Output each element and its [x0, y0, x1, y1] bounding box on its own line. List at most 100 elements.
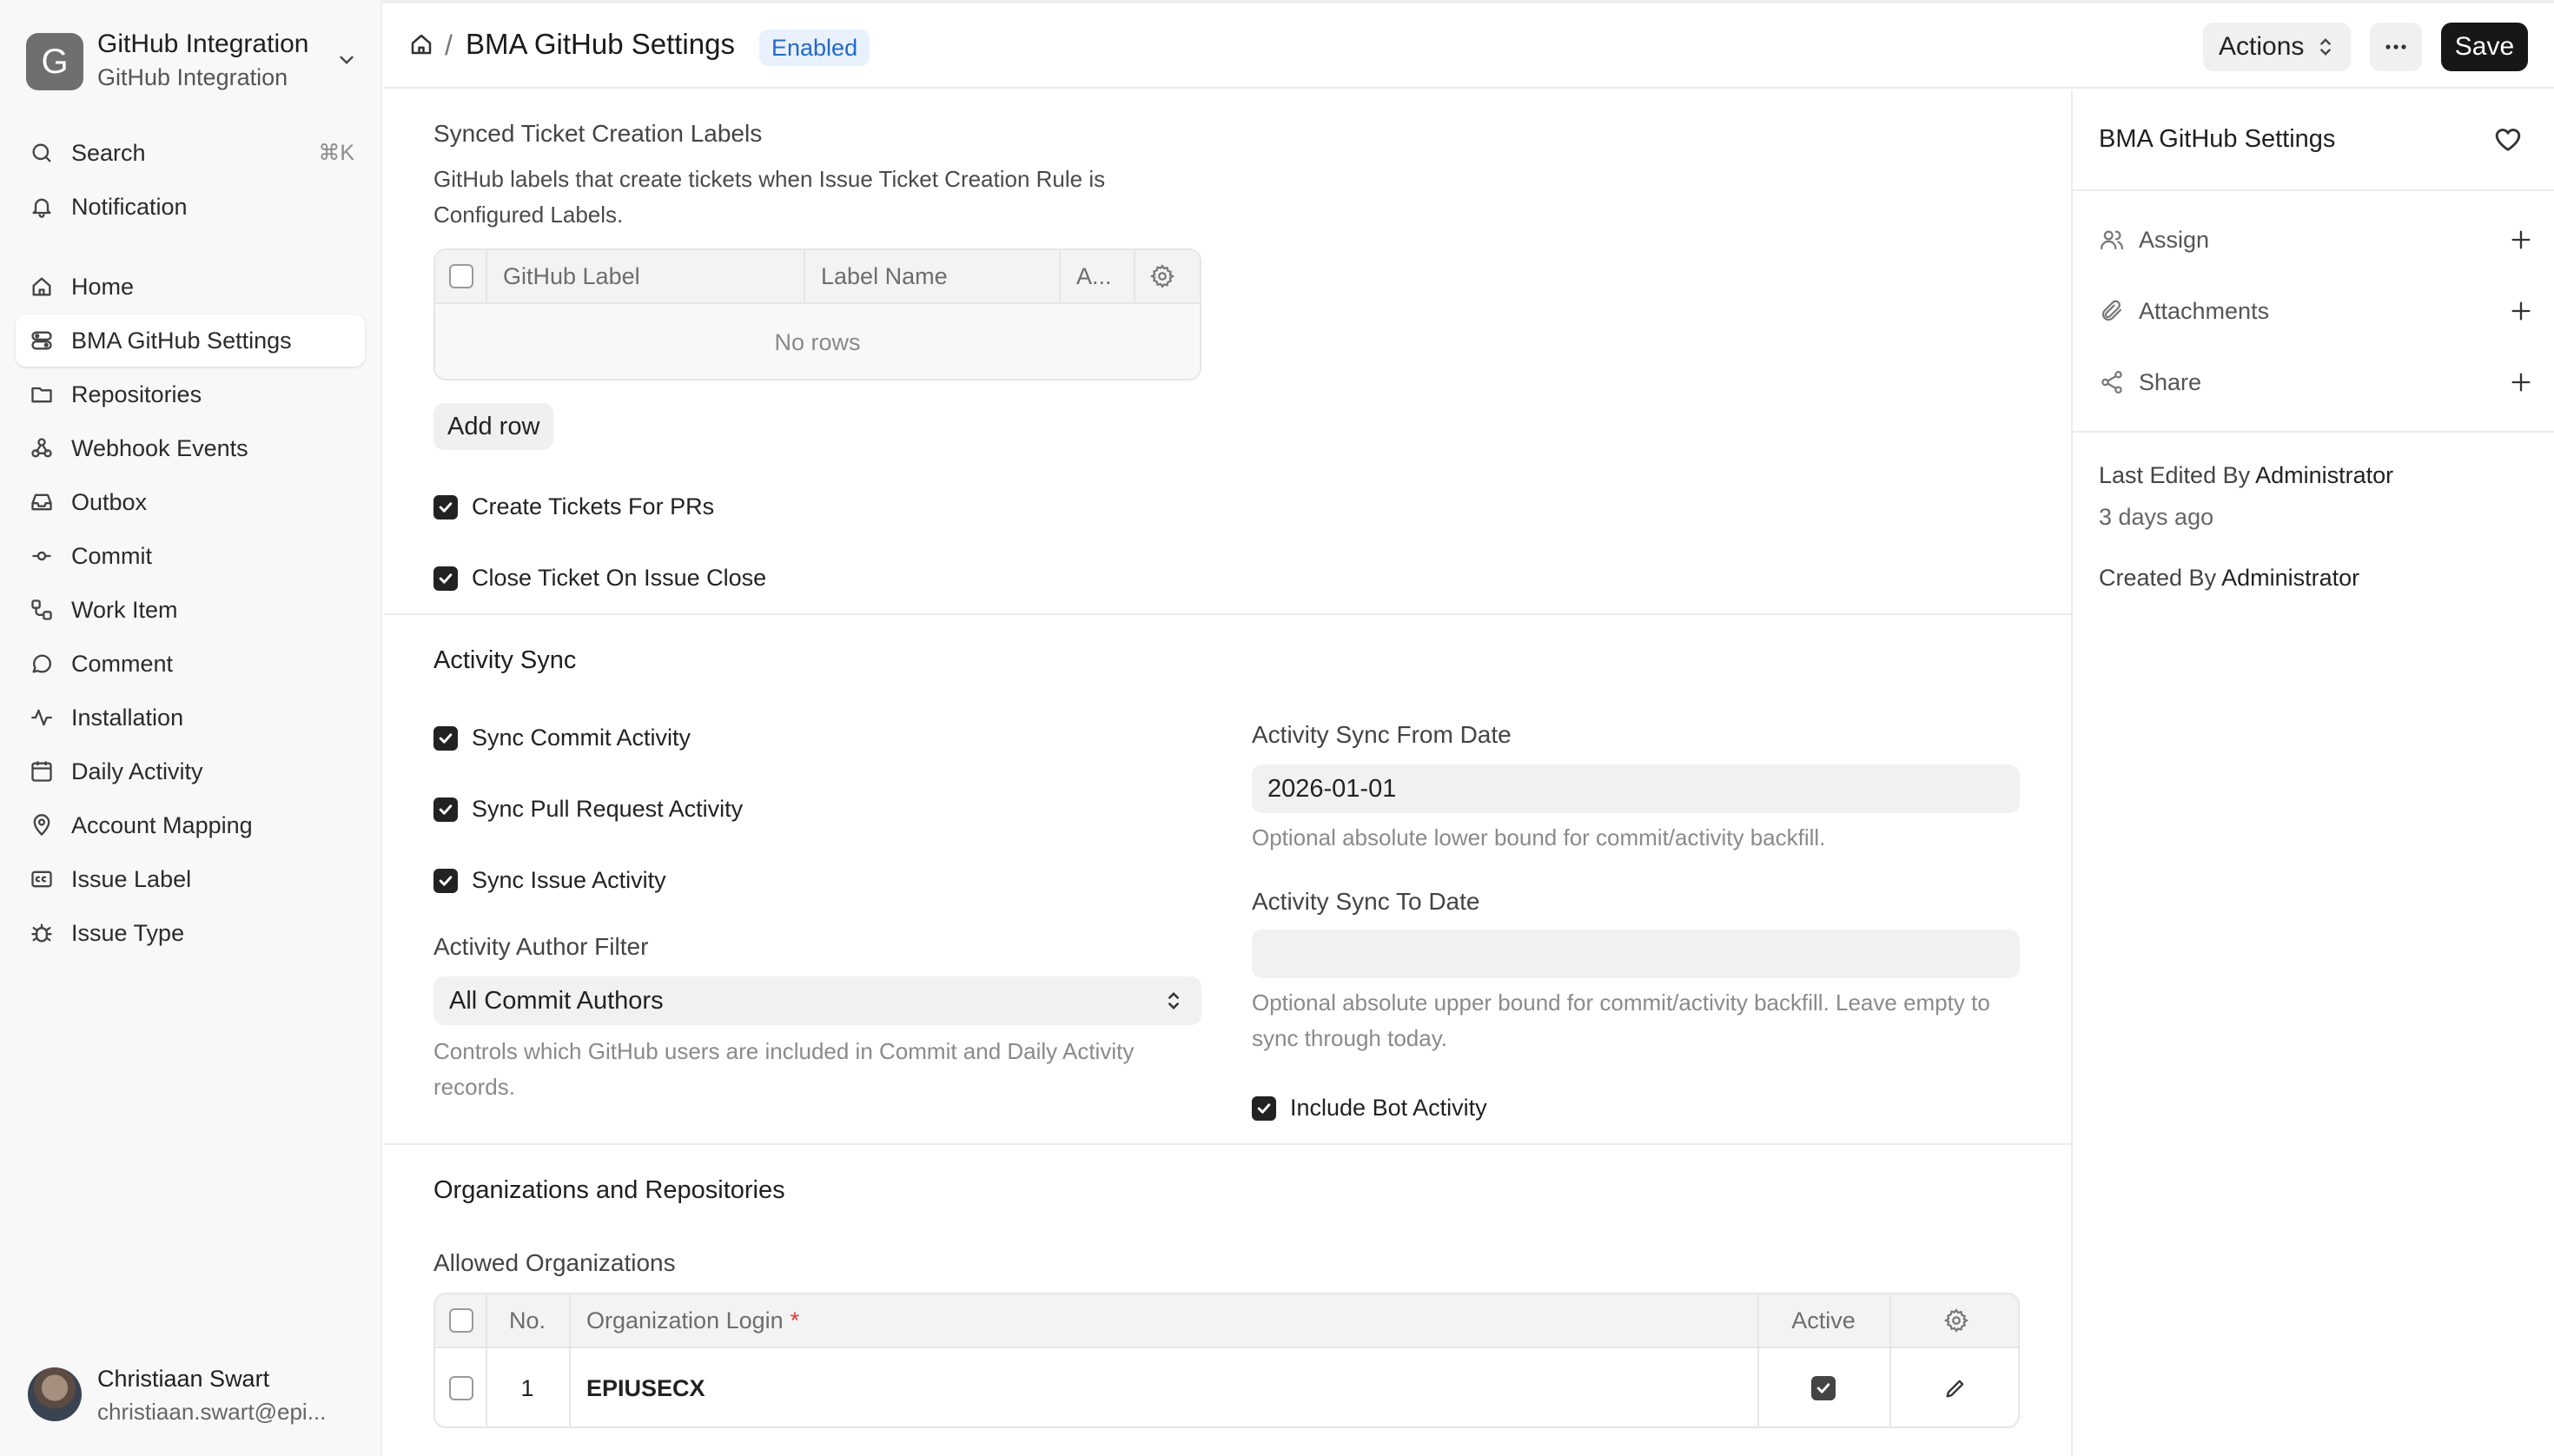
checkbox-label: Sync Pull Request Activity	[472, 796, 744, 822]
allowed-orgs-label: Allowed Organizations	[433, 1249, 676, 1276]
sidebar-item-label: BMA GitHub Settings	[71, 327, 292, 354]
table-header: GitHub Label Label Name A...	[435, 250, 1200, 304]
active-checkbox[interactable]	[1757, 1348, 1889, 1426]
select-all-checkbox[interactable]	[449, 250, 475, 302]
user-email: christiaan.swart@epi...	[97, 1399, 327, 1425]
create-tickets-for-prs-checkbox[interactable]: Create Tickets For PRs	[433, 493, 714, 520]
sidebar-item-outbox[interactable]: Outbox	[16, 476, 365, 528]
sidebar-item-work-item[interactable]: Work Item	[16, 584, 365, 636]
folder-icon	[26, 382, 57, 407]
search-icon	[26, 141, 57, 165]
form-main: Synced Ticket Creation Labels GitHub lab…	[384, 90, 2071, 1456]
search-label: Search	[71, 139, 146, 166]
sidebar: G GitHub Integration GitHub Integration …	[0, 0, 382, 1456]
to-date-input[interactable]	[1252, 930, 2020, 978]
close-ticket-on-issue-close-checkbox[interactable]: Close Ticket On Issue Close	[433, 565, 766, 592]
author-filter-select[interactable]: All Commit Authors	[433, 976, 1201, 1025]
sidebar-item-issue-type[interactable]: Issue Type	[16, 907, 365, 959]
add-row-button[interactable]: Add row	[433, 403, 554, 450]
sync-pull-request-activity-checkbox[interactable]: Sync Pull Request Activity	[433, 796, 743, 823]
workflow-icon	[26, 598, 57, 622]
checkbox-label: Close Ticket On Issue Close	[472, 565, 767, 591]
save-button[interactable]: Save	[2441, 23, 2528, 71]
plus-icon[interactable]	[2509, 228, 2533, 252]
actions-label: Actions	[2219, 32, 2305, 61]
status-badge: Enabled	[759, 30, 870, 66]
gear-icon[interactable]	[1943, 1294, 1969, 1347]
created-prefix: Created By	[2099, 565, 2217, 591]
search-button[interactable]: Search ⌘K	[16, 127, 365, 179]
edit-icon[interactable]	[1943, 1348, 1968, 1426]
sidebar-item-installation[interactable]: Installation	[16, 692, 365, 744]
synced-labels-description: GitHub labels that create tickets when I…	[433, 166, 1106, 228]
actions-button[interactable]: Actions	[2203, 23, 2351, 71]
webhook-icon	[26, 436, 57, 460]
checkbox-checked-icon	[433, 797, 458, 822]
checkbox-checked-icon	[433, 566, 458, 591]
sidebar-item-label: Repositories	[71, 381, 202, 407]
share-item[interactable]: Share	[2099, 363, 2533, 401]
checkbox-label: Create Tickets For PRs	[472, 493, 715, 520]
sidebar-item-commit[interactable]: Commit	[16, 530, 365, 582]
section-divider	[384, 613, 2071, 615]
sync-issue-activity-checkbox[interactable]: Sync Issue Activity	[433, 867, 666, 894]
right-panel: BMA GitHub Settings Assign Attachments S…	[2073, 90, 2554, 1456]
select-all-checkbox[interactable]	[449, 1294, 473, 1347]
activity-icon	[26, 705, 57, 730]
chevron-up-down-icon	[2316, 35, 2335, 59]
organization-login-cell[interactable]: EPIUSECX	[586, 1348, 705, 1426]
sidebar-item-label: Daily Activity	[71, 758, 203, 784]
attachments-item[interactable]: Attachments	[2099, 292, 2533, 330]
row-checkbox[interactable]	[449, 1348, 473, 1426]
author-filter-label: Activity Author Filter	[433, 933, 649, 960]
sidebar-item-issue-label[interactable]: Issue Label	[16, 853, 365, 905]
sidebar-item-bma-github-settings[interactable]: BMA GitHub Settings	[16, 314, 365, 367]
last-edited-time: 3 days ago	[2099, 504, 2214, 530]
column-header: No.	[508, 1307, 546, 1334]
from-date-input[interactable]: 2026-01-01	[1252, 764, 2020, 813]
sidebar-item-webhook-events[interactable]: Webhook Events	[16, 422, 365, 474]
notification-button[interactable]: Notification	[16, 181, 365, 233]
checkbox-checked-icon	[433, 494, 458, 520]
author-filter-description: Controls which GitHub users are included…	[433, 1038, 1135, 1100]
synced-labels-table: GitHub Label Label Name A... No rows	[433, 248, 1201, 381]
include-bot-activity-checkbox[interactable]: Include Bot Activity	[1252, 1095, 1487, 1122]
sidebar-item-comment[interactable]: Comment	[16, 638, 365, 690]
home-icon	[26, 275, 57, 299]
user-menu[interactable]: Christiaan Swart christiaan.swart@epi...	[26, 1364, 374, 1430]
inbox-icon	[26, 490, 57, 514]
plus-icon[interactable]	[2509, 370, 2533, 394]
heart-icon[interactable]	[2493, 125, 2523, 155]
sidebar-item-label: Issue Type	[71, 919, 185, 946]
sidebar-item-repositories[interactable]: Repositories	[16, 368, 365, 420]
plus-icon[interactable]	[2509, 299, 2533, 323]
app-switcher[interactable]: G GitHub Integration GitHub Integration	[26, 30, 358, 96]
gear-icon[interactable]	[1149, 250, 1175, 302]
settings-stack-icon	[26, 328, 57, 353]
sidebar-item-account-mapping[interactable]: Account Mapping	[16, 799, 365, 851]
sidebar-item-label: Work Item	[71, 596, 178, 623]
created-info: Created By Administrator	[2099, 565, 2359, 592]
sidebar-item-home[interactable]: Home	[16, 261, 365, 313]
sidebar-item-label: Issue Label	[71, 865, 192, 892]
notification-label: Notification	[71, 193, 188, 220]
column-header-organization-login: Organization Login *	[586, 1294, 799, 1347]
table-row[interactable]: 1 EPIUSECX	[435, 1348, 2018, 1426]
app-subtitle: GitHub Integration	[97, 64, 288, 90]
created-by[interactable]: Administrator	[2221, 565, 2359, 591]
assign-label: Assign	[2139, 226, 2210, 253]
more-options-button[interactable]	[2370, 23, 2422, 71]
empty-rows-text: No rows	[774, 328, 861, 355]
sync-commit-activity-checkbox[interactable]: Sync Commit Activity	[433, 725, 691, 751]
column-header-label: Organization Login	[586, 1307, 784, 1334]
last-edited-prefix: Last Edited By	[2099, 462, 2251, 488]
panel-divider	[2073, 431, 2554, 433]
required-mark: *	[790, 1307, 800, 1334]
from-date-label: Activity Sync From Date	[1252, 721, 1512, 748]
last-edited-by[interactable]: Administrator	[2255, 462, 2393, 488]
doc-title: BMA GitHub Settings	[2099, 125, 2336, 153]
search-shortcut: ⌘K	[318, 141, 354, 165]
sidebar-item-daily-activity[interactable]: Daily Activity	[16, 745, 365, 797]
assign-item[interactable]: Assign	[2099, 221, 2533, 259]
home-icon[interactable]	[408, 31, 434, 57]
